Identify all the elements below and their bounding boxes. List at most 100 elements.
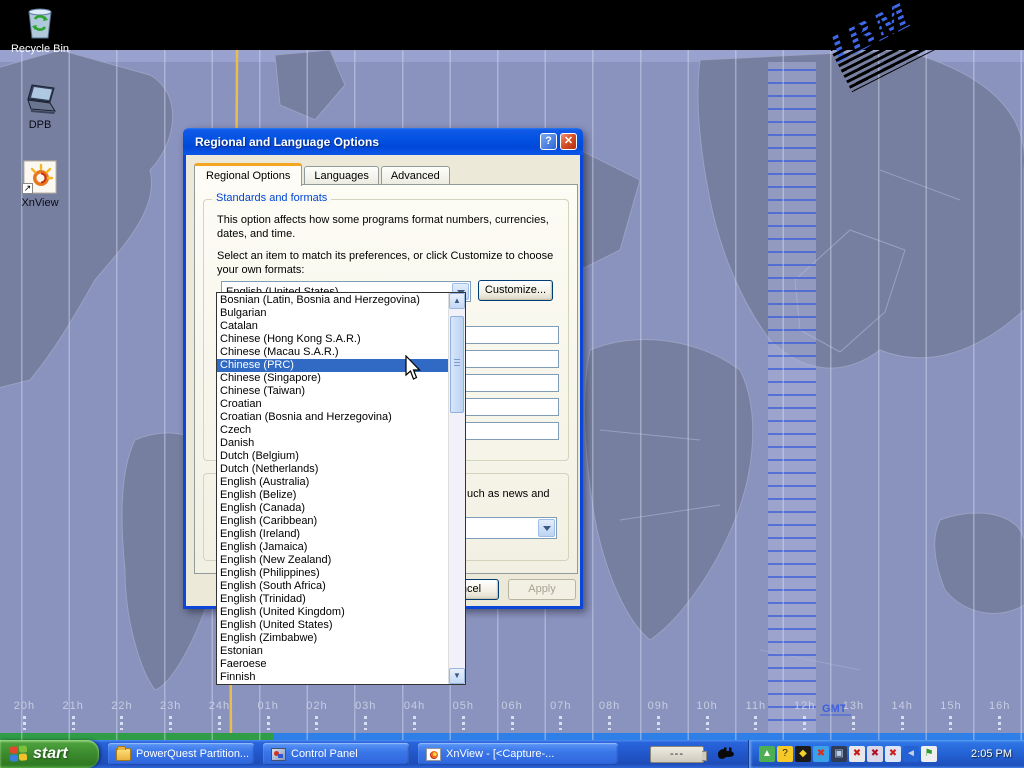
- language-option[interactable]: Chinese (Hong Kong S.A.R.): [217, 333, 448, 346]
- chevron-down-icon[interactable]: [538, 519, 555, 537]
- desktop-icon-label: DPB: [2, 119, 78, 131]
- language-option[interactable]: Bosnian (Latin, Bosnia and Herzegovina): [217, 294, 448, 307]
- hour-label: 06h: [488, 700, 537, 738]
- network-disconnected-icon[interactable]: ✖: [885, 746, 901, 762]
- hour-label: 13h: [829, 700, 878, 738]
- hour-label: 01h: [244, 700, 293, 738]
- tab-advanced[interactable]: Advanced: [381, 166, 450, 185]
- standards-description: This option affects how some programs fo…: [217, 213, 562, 241]
- language-option[interactable]: Croatian (Bosnia and Herzegovina): [217, 411, 448, 424]
- language-option[interactable]: English (Canada): [217, 502, 448, 515]
- language-option[interactable]: Bulgarian: [217, 307, 448, 320]
- desktop-icon-recycle-bin[interactable]: Recycle Bin: [2, 6, 78, 55]
- language-list-items: Bosnian (Latin, Bosnia and Herzegovina)B…: [217, 293, 448, 684]
- hour-label: 11h: [731, 700, 780, 738]
- apply-button[interactable]: Apply: [508, 579, 576, 600]
- language-option[interactable]: Catalan: [217, 320, 448, 333]
- taskbar: start PowerQuest Partition... Control Pa…: [0, 740, 1024, 768]
- desktop-icon-xnview[interactable]: ↗ XnView: [2, 160, 78, 209]
- mouse-cursor: [405, 355, 423, 384]
- message-flag-icon[interactable]: ⚑: [921, 746, 937, 762]
- language-option[interactable]: Chinese (Taiwan): [217, 385, 448, 398]
- help-button[interactable]: ?: [540, 133, 557, 150]
- hour-label: 09h: [634, 700, 683, 738]
- language-option[interactable]: English (United States): [217, 619, 448, 632]
- groupbox-title: Standards and formats: [212, 192, 331, 204]
- language-option[interactable]: English (South Africa): [217, 580, 448, 593]
- language-option[interactable]: English (Belize): [217, 489, 448, 502]
- language-option[interactable]: Faeroese: [217, 658, 448, 671]
- scroll-up-icon[interactable]: ▲: [449, 293, 465, 309]
- taskbar-button-xnview[interactable]: XnView - [<Capture-...: [418, 743, 618, 765]
- language-option[interactable]: Estonian: [217, 645, 448, 658]
- dialog-title: Regional and Language Options: [195, 135, 537, 149]
- language-option[interactable]: Czech: [217, 424, 448, 437]
- language-option[interactable]: English (Jamaica): [217, 541, 448, 554]
- hour-label: 05h: [439, 700, 488, 738]
- taskbar-button-control-panel[interactable]: Control Panel: [263, 743, 409, 765]
- language-option[interactable]: English (Australia): [217, 476, 448, 489]
- desktop-icon-label: XnView: [2, 197, 78, 209]
- volume-icon[interactable]: ◄: [903, 746, 919, 762]
- hour-label: 08h: [585, 700, 634, 738]
- language-option[interactable]: English (Ireland): [217, 528, 448, 541]
- language-option[interactable]: English (Caribbean): [217, 515, 448, 528]
- customize-button[interactable]: Customize...: [478, 280, 553, 301]
- folder-icon: [116, 748, 131, 761]
- scrollbar-thumb[interactable]: [450, 316, 464, 413]
- signal-error-icon[interactable]: ✖: [849, 746, 865, 762]
- hour-label: 20h: [0, 700, 49, 738]
- hour-label: 07h: [536, 700, 585, 738]
- tab-languages[interactable]: Languages: [304, 166, 378, 185]
- hour-label: 10h: [683, 700, 732, 738]
- close-button[interactable]: ✕: [560, 133, 577, 150]
- agent-help-icon[interactable]: ?: [777, 746, 793, 762]
- language-option[interactable]: Dutch (Netherlands): [217, 463, 448, 476]
- hour-label: 21h: [49, 700, 98, 738]
- laptop-icon: [22, 82, 58, 116]
- language-option[interactable]: English (Trinidad): [217, 593, 448, 606]
- start-button[interactable]: start: [0, 740, 99, 768]
- xnview-icon: ↗: [22, 160, 58, 194]
- taskbar-button-label: Control Panel: [291, 748, 358, 760]
- hour-label: 16h: [975, 700, 1024, 738]
- language-option[interactable]: Croatian: [217, 398, 448, 411]
- hour-label: 24h: [195, 700, 244, 738]
- language-option[interactable]: English (United Kingdom): [217, 606, 448, 619]
- hour-label: 12h: [780, 700, 829, 738]
- timezone-hour-labels: 20h21h22h23h24h01h02h03h04h05h06h07h08h0…: [0, 700, 1024, 738]
- taskbar-button-label: PowerQuest Partition...: [136, 748, 249, 760]
- desktop-icon-label: Recycle Bin: [2, 43, 78, 55]
- dialog-titlebar[interactable]: Regional and Language Options ? ✕: [183, 128, 583, 155]
- taskbar-button-label: XnView - [<Capture-...: [446, 748, 554, 760]
- updates-notification-icon[interactable]: ◆: [795, 746, 811, 762]
- language-option[interactable]: English (Philippines): [217, 567, 448, 580]
- recycle-bin-icon: [22, 6, 58, 40]
- desktop-icon-dpb[interactable]: DPB: [2, 82, 78, 131]
- dialog-tabs: Regional Options Languages Advanced: [194, 164, 452, 185]
- control-panel-icon: [271, 748, 286, 761]
- power-plug-icon: [716, 746, 736, 762]
- scroll-down-icon[interactable]: ▼: [449, 668, 465, 684]
- language-option[interactable]: Finnish: [217, 671, 448, 684]
- shortcut-arrow-icon: ↗: [22, 183, 33, 194]
- list-scrollbar[interactable]: ▲ ▼: [448, 293, 465, 684]
- language-option[interactable]: English (New Zealand): [217, 554, 448, 567]
- language-option[interactable]: Danish: [217, 437, 448, 450]
- eject-device-icon[interactable]: ▲: [759, 746, 775, 762]
- language-option[interactable]: English (Zimbabwe): [217, 632, 448, 645]
- wallpaper-top-band: IBM: [0, 0, 1024, 50]
- taskbar-clock[interactable]: 2:05 PM: [971, 748, 1024, 760]
- start-label: start: [33, 745, 68, 763]
- device-error-icon[interactable]: ✖: [867, 746, 883, 762]
- status-error-icon[interactable]: ✖: [813, 746, 829, 762]
- hour-label: 22h: [98, 700, 147, 738]
- network-computers-icon[interactable]: ▣: [831, 746, 847, 762]
- taskbar-button-powerquest[interactable]: PowerQuest Partition...: [108, 743, 254, 765]
- language-dropdown-list: Bosnian (Latin, Bosnia and Herzegovina)B…: [216, 292, 466, 685]
- battery-meter[interactable]: ---: [650, 746, 704, 763]
- language-option[interactable]: Dutch (Belgium): [217, 450, 448, 463]
- hour-label: 04h: [390, 700, 439, 738]
- tab-regional-options[interactable]: Regional Options: [194, 163, 302, 186]
- xnview-icon: [426, 748, 441, 761]
